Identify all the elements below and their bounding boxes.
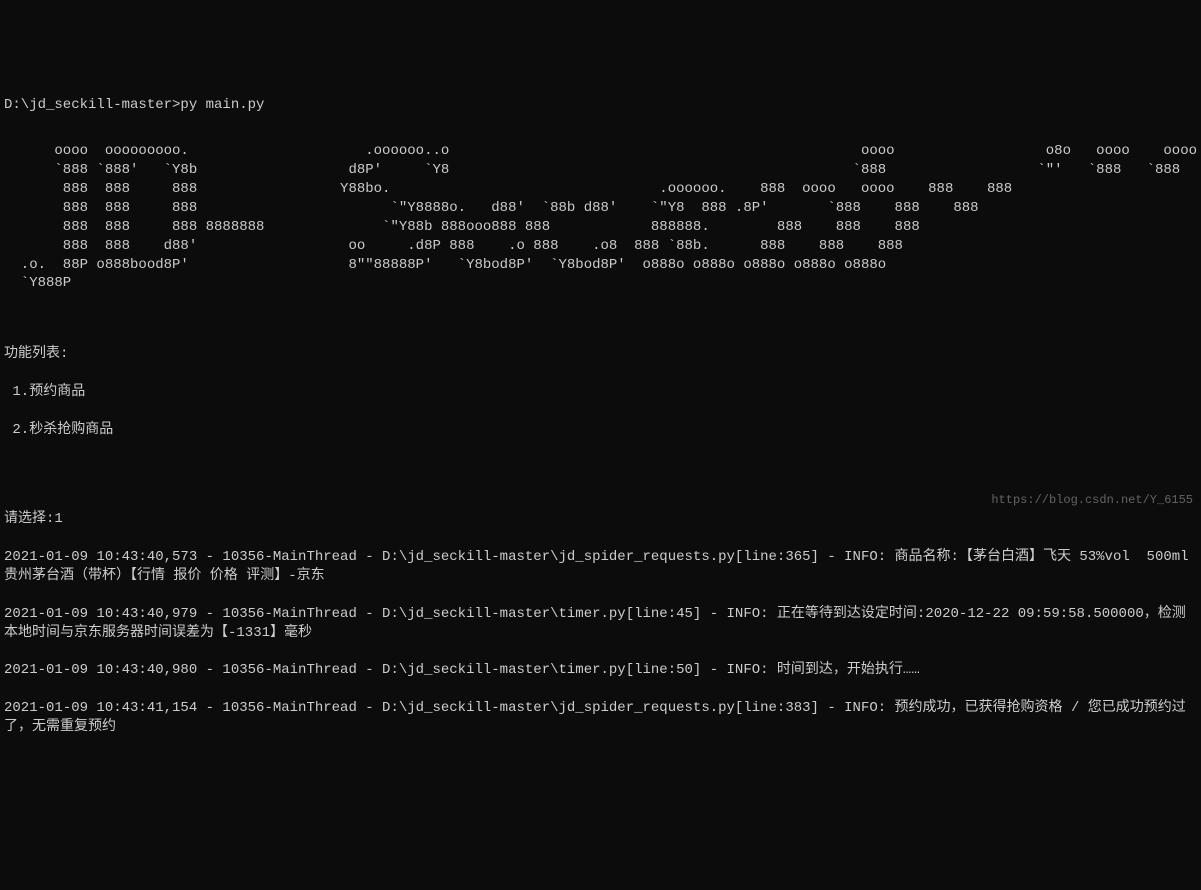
log-output: 请选择:1 2021-01-09 10:43:40,573 - 10356-Ma… (4, 491, 1197, 755)
terminal-window[interactable]: D:\jd_seckill-master>py main.py oooo ooo… (0, 76, 1201, 777)
watermark: https://blog.csdn.net/Y_6155 (991, 492, 1193, 508)
log-line: 2021-01-09 10:43:41,154 - 10356-MainThre… (4, 699, 1197, 737)
menu-item-reserve: 1.预约商品 (4, 383, 1197, 402)
log-line: 2021-01-09 10:43:40,979 - 10356-MainThre… (4, 605, 1197, 643)
log-line: 2021-01-09 10:43:40,980 - 10356-MainThre… (4, 661, 1197, 680)
menu-item-seckill: 2.秒杀抢购商品 (4, 421, 1197, 440)
menu-header: 功能列表: (4, 345, 1197, 364)
command-prompt: D:\jd_seckill-master>py main.py (4, 96, 1197, 115)
ascii-banner: oooo ooooooooo. .oooooo..o oooo o8o oooo… (4, 142, 1197, 293)
function-menu: 功能列表: 1.预约商品 2.秒杀抢购商品 (4, 326, 1197, 458)
log-line: 2021-01-09 10:43:40,573 - 10356-MainThre… (4, 548, 1197, 586)
select-prompt: 请选择:1 (4, 510, 1197, 529)
